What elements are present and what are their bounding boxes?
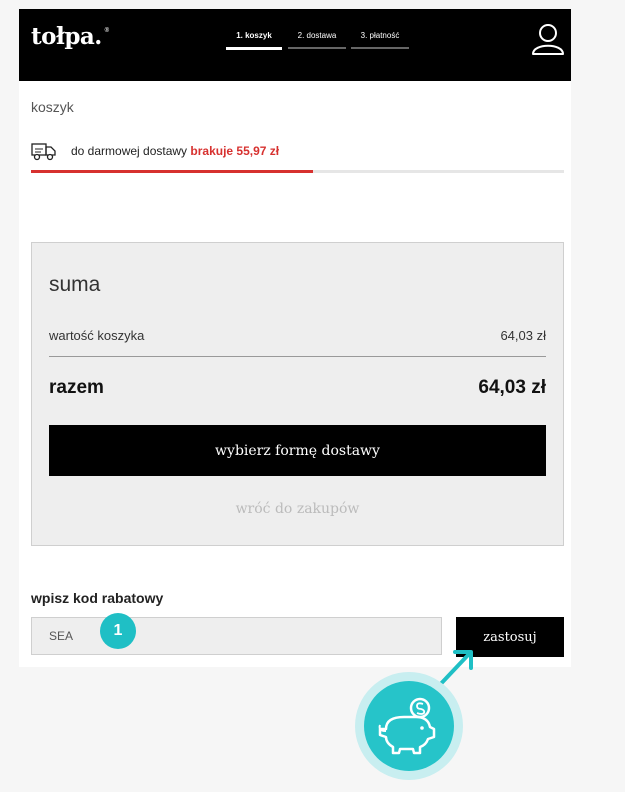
- header-bar: tołpa. ® 1. koszyk 2. dostawa 3. płatność: [19, 9, 571, 81]
- free-shipping-progress: [31, 170, 564, 173]
- order-summary: suma wartość koszyka 64,03 zł razem 64,0…: [31, 242, 564, 546]
- breadcrumb[interactable]: koszyk: [31, 99, 74, 115]
- cart-value-label: wartość koszyka: [49, 328, 145, 343]
- user-icon[interactable]: [530, 21, 566, 57]
- free-shipping-info: do darmowej dostawy brakuje 55,97 zł: [31, 140, 565, 166]
- piggy-bank-coin-icon: [378, 697, 436, 755]
- summary-divider: [49, 356, 546, 357]
- amount-missing: brakuje 55,97 zł: [190, 144, 280, 158]
- summary-title: suma: [49, 273, 101, 296]
- total-label: razem: [49, 377, 104, 398]
- promo-code-input[interactable]: [31, 617, 442, 655]
- step-cart[interactable]: 1. koszyk: [226, 29, 282, 50]
- continue-shopping-link[interactable]: wróć do zakupów: [32, 501, 563, 517]
- choose-delivery-button[interactable]: wybierz formę dostawy: [49, 425, 546, 476]
- cart-value: 64,03 zł: [500, 328, 546, 343]
- promo-code-label: wpisz kod rabatowy: [31, 590, 164, 606]
- delivery-truck-icon: [31, 143, 56, 161]
- free-shipping-text: do darmowej dostawy: [71, 144, 188, 158]
- registered-mark: ®: [103, 27, 110, 34]
- step-delivery[interactable]: 2. dostawa: [288, 29, 346, 49]
- step-marker: 1: [100, 613, 136, 649]
- brand-logo[interactable]: tołpa. ®: [31, 23, 110, 50]
- total-value: 64,03 zł: [478, 377, 546, 398]
- brand-logo-text: tołpa.: [31, 23, 102, 50]
- step-payment[interactable]: 3. płatność: [351, 29, 409, 49]
- progress-fill: [31, 170, 314, 173]
- checkout-screen: tołpa. ® 1. koszyk 2. dostawa 3. płatność…: [19, 9, 571, 667]
